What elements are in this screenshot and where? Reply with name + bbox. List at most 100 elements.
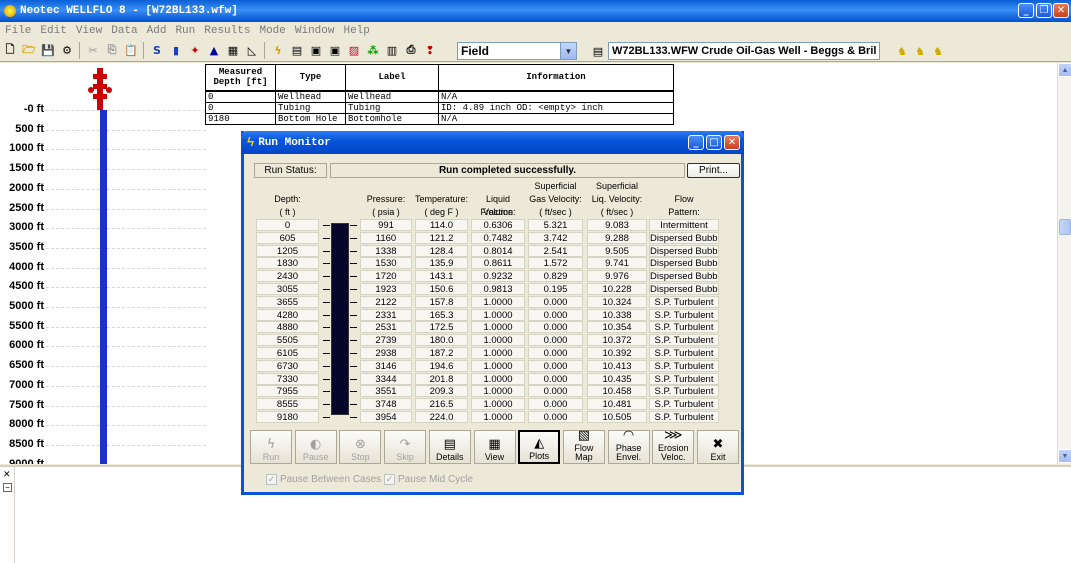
row-tick xyxy=(323,301,330,303)
cell-flow-pattern: S.P. Turbulent xyxy=(649,385,719,398)
table-row[interactable]: 0 Tubing Tubing ID: 4.89 inch OD: <empty… xyxy=(205,101,674,114)
grid-icon[interactable]: ▣ xyxy=(308,42,324,58)
phase-envelope-button[interactable]: ◠ Phase Envel. xyxy=(607,428,650,464)
depth-gridline xyxy=(46,169,206,171)
pane-toggle-icon[interactable]: − xyxy=(3,483,12,492)
header-liq-velocity: ( ft/sec ) xyxy=(600,207,634,217)
plot-icon[interactable]: ▨ xyxy=(346,42,362,58)
menu-mode[interactable]: Mode xyxy=(259,25,285,37)
cut-icon[interactable]: ✂ xyxy=(85,42,101,58)
menu-window[interactable]: Window xyxy=(295,25,335,37)
chevron-down-icon[interactable]: ▼ xyxy=(560,43,576,59)
cell-depth: 0 xyxy=(205,101,276,114)
app-icon xyxy=(4,5,16,17)
exit-button[interactable]: ✖ Exit xyxy=(697,430,739,464)
cell-gas-velocity: 0.000 xyxy=(528,321,583,334)
chart-icon[interactable]: ◺ xyxy=(244,42,260,58)
paste-icon[interactable]: 📋 xyxy=(123,42,139,58)
cell-temperature: 224.0 xyxy=(415,411,468,423)
copy-icon[interactable]: ⎘ xyxy=(104,42,120,58)
menu-results[interactable]: Results xyxy=(204,25,250,37)
cell-depth: 9180 xyxy=(205,112,276,125)
file-combo[interactable]: W72BL133.WFW Crude Oil-Gas Well - Beggs … xyxy=(608,42,880,60)
cell-pressure: 2331 xyxy=(360,308,412,321)
run-button[interactable]: ϟ Run xyxy=(250,430,292,464)
cell-info: N/A xyxy=(438,112,674,125)
cell-depth: 7955 xyxy=(256,385,319,398)
new-file-icon[interactable]: 🗋 xyxy=(2,42,18,58)
cell-liq-velocity: 9.083 xyxy=(587,219,647,231)
scroll-down-icon[interactable]: ▼ xyxy=(1058,449,1071,463)
flow-color-bar xyxy=(331,223,349,415)
depth-gridline xyxy=(46,287,206,289)
table-row[interactable]: 0 Wellhead Wellhead N/A xyxy=(205,90,674,103)
close-pane-icon[interactable]: ✕ xyxy=(3,470,13,480)
run-lightning-icon[interactable]: ϟ xyxy=(270,42,286,58)
details-button[interactable]: ▤ Details xyxy=(428,430,471,464)
menu-edit[interactable]: Edit xyxy=(40,25,66,37)
view-button[interactable]: ▦ View xyxy=(473,430,516,464)
print-button[interactable]: Print... xyxy=(687,163,740,178)
marker-icon[interactable]: ❢ xyxy=(422,42,438,58)
units-icon[interactable]: S xyxy=(149,42,165,58)
table-row[interactable]: 9180 Bottom Hole Bottomhole N/A xyxy=(205,112,674,125)
menu-help[interactable]: Help xyxy=(343,25,369,37)
flow-icon[interactable]: ⁂ xyxy=(365,42,381,58)
row-tick xyxy=(323,391,330,393)
menu-add[interactable]: Add xyxy=(147,25,167,37)
row-tick xyxy=(350,225,357,226)
scroll-thumb[interactable] xyxy=(1059,219,1071,235)
list-icon[interactable]: ▥ xyxy=(384,42,400,58)
stop-button[interactable]: ⊗ Stop xyxy=(339,430,382,464)
tubing-string[interactable] xyxy=(100,110,107,464)
close-icon[interactable]: ✕ xyxy=(724,135,740,150)
tubing-icon[interactable]: ▮ xyxy=(168,42,184,58)
flow-map-button[interactable]: ▧ Flow Map xyxy=(562,428,605,464)
cell-pressure: 3748 xyxy=(360,398,412,411)
skip-button[interactable]: ↷ Skip xyxy=(384,430,427,464)
minimize-icon[interactable]: _ xyxy=(688,135,704,150)
menu-view[interactable]: View xyxy=(76,25,102,37)
cell-gas-velocity: 0.195 xyxy=(528,283,583,295)
maximize-icon[interactable]: □ xyxy=(706,135,722,150)
cell-liq-velocity: 10.372 xyxy=(587,334,647,347)
open-folder-icon[interactable]: 🗁 xyxy=(21,42,37,58)
mode-combo[interactable]: Field ▼ xyxy=(457,42,577,60)
report-icon[interactable]: ▤ xyxy=(289,42,305,58)
minimize-icon[interactable]: _ xyxy=(1018,3,1034,18)
save-icon[interactable]: 💾 xyxy=(40,42,56,58)
hint-icon[interactable]: ♞ xyxy=(894,43,910,59)
scroll-up-icon[interactable]: ▲ xyxy=(1058,63,1071,77)
hint2-icon[interactable]: ♞ xyxy=(912,43,928,59)
cell-temperature: 143.1 xyxy=(415,270,468,283)
erosion-velocity-button[interactable]: ⋙ Erosion Veloc. xyxy=(652,428,695,464)
restore-icon[interactable]: ❐ xyxy=(1036,3,1052,18)
triangle-icon[interactable]: ▲ xyxy=(206,42,222,58)
row-tick xyxy=(350,289,357,290)
menu-file[interactable]: File xyxy=(5,25,31,37)
table-icon[interactable]: ▦ xyxy=(225,42,241,58)
cell-temperature: 201.8 xyxy=(415,372,468,385)
header-pressure: Pressure: xyxy=(366,194,406,204)
grid2-icon[interactable]: ▣ xyxy=(327,42,343,58)
menu-bar: File Edit View Data Add Run Results Mode… xyxy=(0,22,1071,39)
cell-flow-pattern: Dispersed Bubble xyxy=(649,257,719,270)
menu-data[interactable]: Data xyxy=(111,25,137,37)
cell-liquid-fraction: 1.0000 xyxy=(471,398,525,411)
pause-mid-cycle-checkbox[interactable]: ✓ Pause Mid Cycle xyxy=(384,474,473,485)
menu-run[interactable]: Run xyxy=(175,25,195,37)
settings-icon[interactable]: ⚙ xyxy=(59,42,75,58)
cell-pressure: 2122 xyxy=(360,295,412,308)
cell-pressure: 1530 xyxy=(360,257,412,270)
hint3-icon[interactable]: ♞ xyxy=(930,43,946,59)
plots-button[interactable]: ◭ Plots xyxy=(518,430,561,464)
vertical-scrollbar[interactable]: ▲ ▼ xyxy=(1057,63,1071,464)
cell-gas-velocity: 3.742 xyxy=(528,231,583,244)
pause-button[interactable]: ◐ Pause xyxy=(294,430,337,464)
wellhead-icon[interactable] xyxy=(84,66,114,112)
wellhead-icon[interactable]: ✦ xyxy=(187,42,203,58)
print-icon[interactable]: ⎙ xyxy=(403,42,419,58)
close-icon[interactable]: ✕ xyxy=(1053,3,1069,18)
pause-between-cases-checkbox[interactable]: ✓ Pause Between Cases xyxy=(266,474,381,485)
briefcase-icon[interactable]: ▤ xyxy=(590,43,606,59)
